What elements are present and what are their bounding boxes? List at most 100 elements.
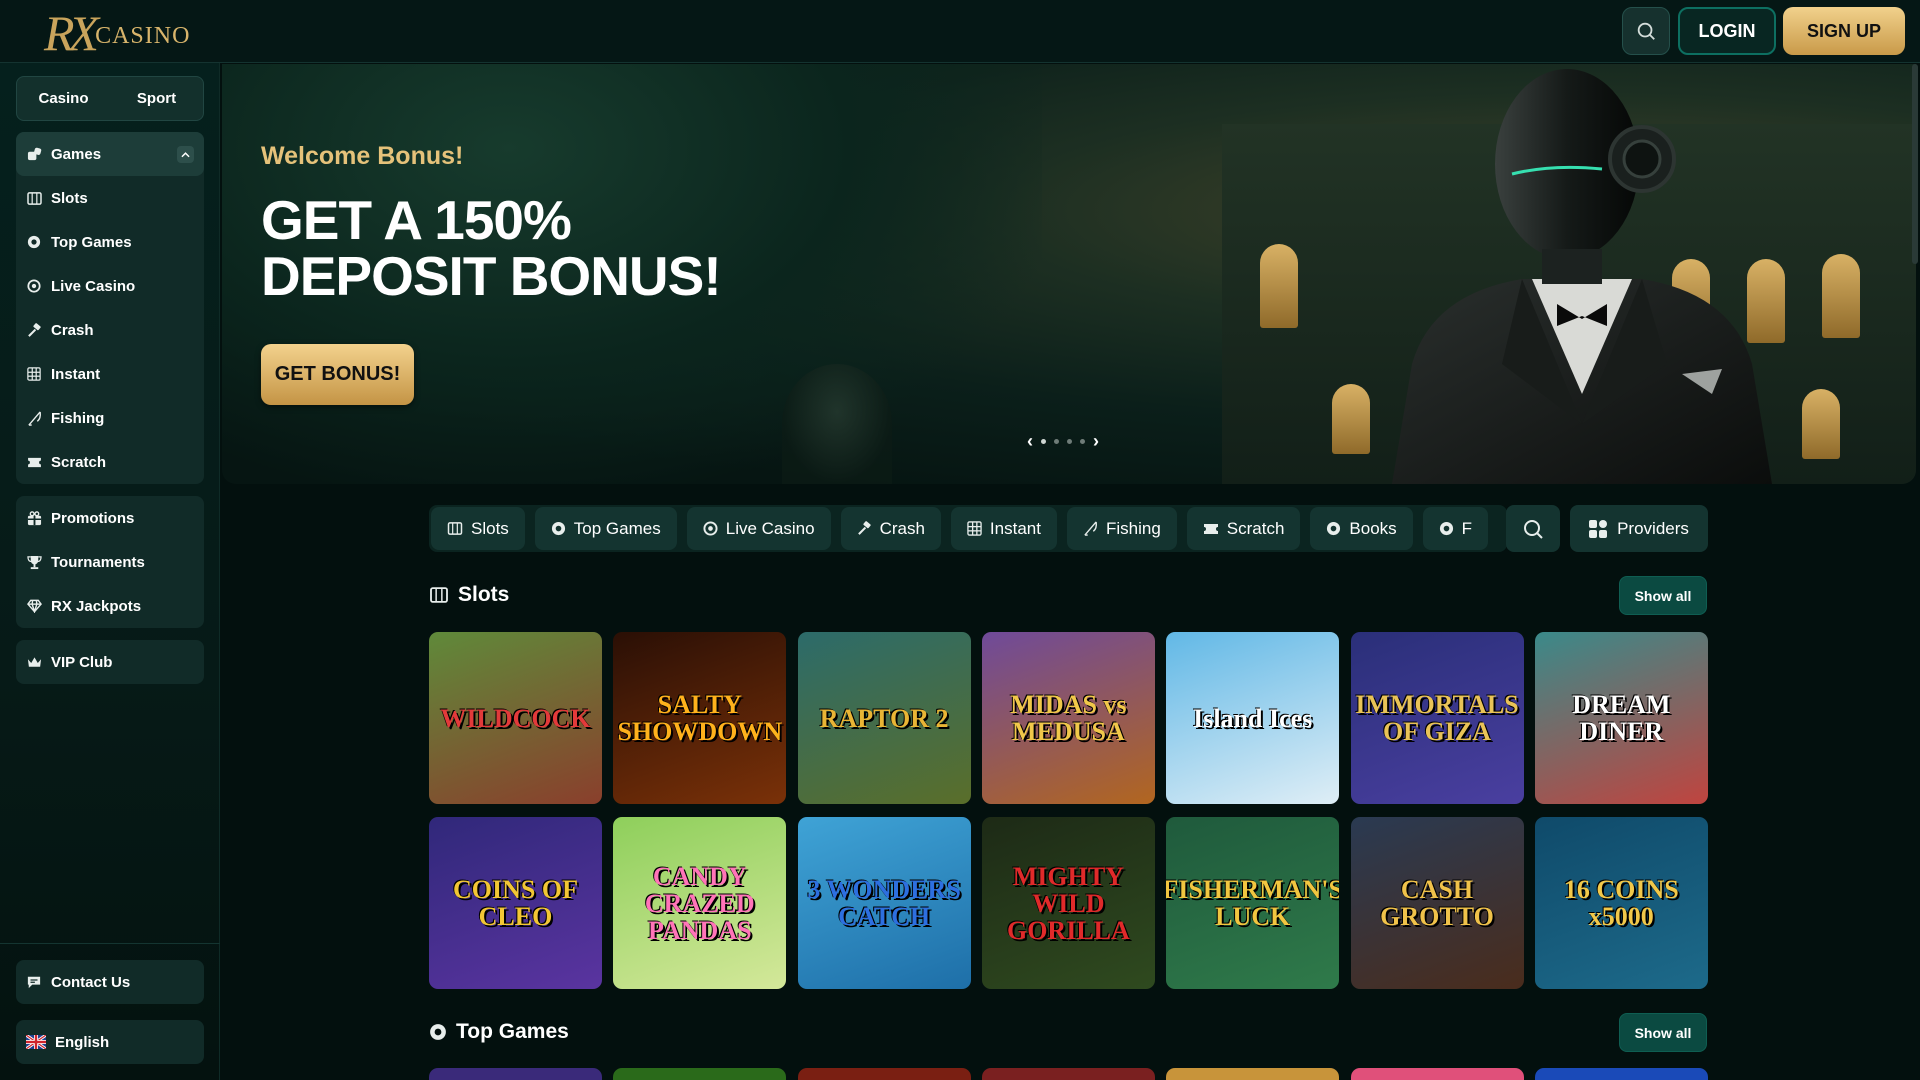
rx-casino-logo[interactable]: RX CASINO — [44, 4, 190, 60]
sidebar: Casino Sport Games Slots Top Games Live … — [0, 63, 220, 1080]
category-top-games[interactable]: Top Games — [534, 507, 677, 550]
game-tile[interactable] — [613, 1068, 787, 1080]
sidebar-item-fishing[interactable]: Fishing — [16, 396, 204, 440]
game-tile[interactable]: DREAM DINER — [1534, 632, 1708, 804]
game-tile[interactable]: RAPTOR 2 — [797, 632, 971, 804]
carousel-dot[interactable] — [1054, 438, 1059, 444]
chip-icon — [1327, 521, 1341, 536]
game-tile[interactable]: FISHERMAN'S LUCK — [1166, 817, 1340, 989]
roulette-icon — [26, 278, 42, 294]
top-games-show-all-button[interactable]: Show all — [1619, 1013, 1707, 1052]
sidebar-item-rx-jackpots[interactable]: RX Jackpots — [16, 584, 204, 628]
category-label: Books — [1349, 518, 1397, 538]
section-title-text: Slots — [458, 583, 510, 606]
carousel-dot[interactable] — [1067, 438, 1072, 444]
game-tile[interactable]: WILDCOCK — [429, 632, 602, 804]
category-books[interactable]: Books — [1310, 507, 1413, 550]
sidebar-item-contact-us[interactable]: Contact Us — [16, 960, 204, 1004]
sidebar-item-tournaments[interactable]: Tournaments — [16, 540, 204, 584]
game-title: DREAM DINER — [1572, 690, 1671, 746]
slots-show-all-button[interactable]: Show all — [1619, 576, 1707, 615]
sidebar-item-vip-club[interactable]: VIP Club — [16, 640, 204, 684]
category-fishing[interactable]: Fishing — [1066, 507, 1177, 550]
chevron-up-icon[interactable] — [177, 146, 194, 163]
vip-menu: VIP Club — [16, 640, 204, 684]
game-tile[interactable] — [1534, 1068, 1708, 1080]
search-icon — [1524, 519, 1543, 539]
category-more[interactable]: F — [1422, 507, 1489, 550]
chevron-right-icon[interactable]: › — [1093, 432, 1099, 450]
language-label: English — [55, 1033, 110, 1051]
category-live-casino[interactable]: Live Casino — [686, 507, 831, 550]
chip-icon — [430, 1024, 446, 1040]
sidebar-item-label: Contact Us — [51, 973, 131, 991]
chevron-left-icon[interactable]: ‹ — [1027, 432, 1033, 450]
sidebar-item-live-casino[interactable]: Live Casino — [16, 264, 204, 308]
game-tile[interactable]: COINS OF CLEO — [429, 817, 602, 989]
search-icon — [1637, 22, 1655, 40]
sidebar-item-instant[interactable]: Instant — [16, 352, 204, 396]
section-title-text: Top Games — [456, 1020, 569, 1043]
game-title: SALTY SHOWDOWN — [617, 690, 783, 746]
category-slots[interactable]: Slots — [431, 507, 525, 550]
category-scratch[interactable]: Scratch — [1186, 507, 1301, 550]
sidebar-item-label: VIP Club — [51, 653, 113, 671]
tab-casino[interactable]: Casino — [17, 77, 110, 120]
login-button[interactable]: LOGIN — [1678, 7, 1776, 55]
category-label: Top Games — [573, 518, 661, 538]
sidebar-item-games[interactable]: Games — [16, 132, 204, 176]
sidebar-item-crash[interactable]: Crash — [16, 308, 204, 352]
game-tile[interactable] — [797, 1068, 971, 1080]
game-tile[interactable]: CASH GROTTO — [1350, 817, 1524, 989]
uk-flag-icon — [26, 1034, 46, 1050]
category-crash[interactable]: Crash — [840, 507, 941, 550]
carousel-dot[interactable] — [1080, 438, 1085, 444]
ticket-icon — [1203, 523, 1218, 534]
sidebar-item-slots[interactable]: Slots — [16, 176, 204, 220]
game-tile[interactable]: Island Ices — [1166, 632, 1340, 804]
chip-icon — [1439, 521, 1453, 536]
slots-icon — [430, 587, 448, 603]
game-tile[interactable]: CANDY CRAZED PANDAS — [613, 817, 787, 989]
tab-sport[interactable]: Sport — [110, 77, 203, 120]
providers-button[interactable]: Providers — [1570, 505, 1708, 552]
signup-button[interactable]: SIGN UP — [1783, 7, 1905, 55]
category-instant[interactable]: Instant — [950, 507, 1057, 550]
game-tile[interactable]: 16 COINS x5000 — [1534, 817, 1708, 989]
banner-headline: GET A 150% DEPOSIT BONUS! — [261, 192, 961, 304]
game-tile[interactable]: MIGHTY WILD GORILLA — [981, 817, 1155, 989]
sidebar-item-promotions[interactable]: Promotions — [16, 496, 204, 540]
page-scrollbar[interactable] — [1912, 64, 1918, 264]
game-tile[interactable] — [429, 1068, 602, 1080]
game-tile[interactable] — [1350, 1068, 1524, 1080]
language-selector[interactable]: English — [16, 1020, 204, 1064]
header-search-button[interactable] — [1622, 7, 1670, 55]
game-search-button[interactable] — [1506, 505, 1560, 552]
top-header: RX CASINO LOGIN SIGN UP — [0, 0, 1920, 63]
carousel-pagination: ‹ › — [1027, 432, 1099, 450]
slots-section-title: Slots — [429, 583, 509, 607]
product-tabs: Casino Sport — [16, 76, 204, 121]
top-games-section-title: Top Games — [429, 1020, 569, 1044]
logo-monogram: RX — [44, 5, 99, 61]
ticket-icon — [26, 454, 42, 470]
game-tile[interactable] — [1166, 1068, 1340, 1080]
promo-banner[interactable]: Welcome Bonus! GET A 150% DEPOSIT BONUS!… — [222, 64, 1916, 484]
grid-icon — [26, 366, 42, 382]
game-tile[interactable]: MIDAS vs MEDUSA — [981, 632, 1155, 804]
game-tile[interactable]: IMMORTALS OF GIZA — [1350, 632, 1524, 804]
category-label: Scratch — [1226, 518, 1285, 538]
game-tile[interactable]: 3 WONDERS CATCH — [797, 817, 971, 989]
carousel-dot[interactable] — [1041, 438, 1046, 444]
promo-menu: Promotions Tournaments RX Jackpots — [16, 496, 204, 628]
sidebar-item-label: Tournaments — [51, 553, 145, 571]
chip-icon — [26, 234, 42, 250]
get-bonus-button[interactable]: GET BONUS! — [261, 344, 414, 405]
game-tile[interactable]: SALTY SHOWDOWN — [613, 632, 787, 804]
sidebar-item-scratch[interactable]: Scratch — [16, 440, 204, 484]
game-title: 3 WONDERS CATCH — [807, 875, 961, 931]
game-title: FISHERMAN'S LUCK — [1166, 875, 1340, 931]
robot-butler-illustration — [1352, 64, 1792, 484]
sidebar-item-top-games[interactable]: Top Games — [16, 220, 204, 264]
game-tile[interactable] — [981, 1068, 1155, 1080]
